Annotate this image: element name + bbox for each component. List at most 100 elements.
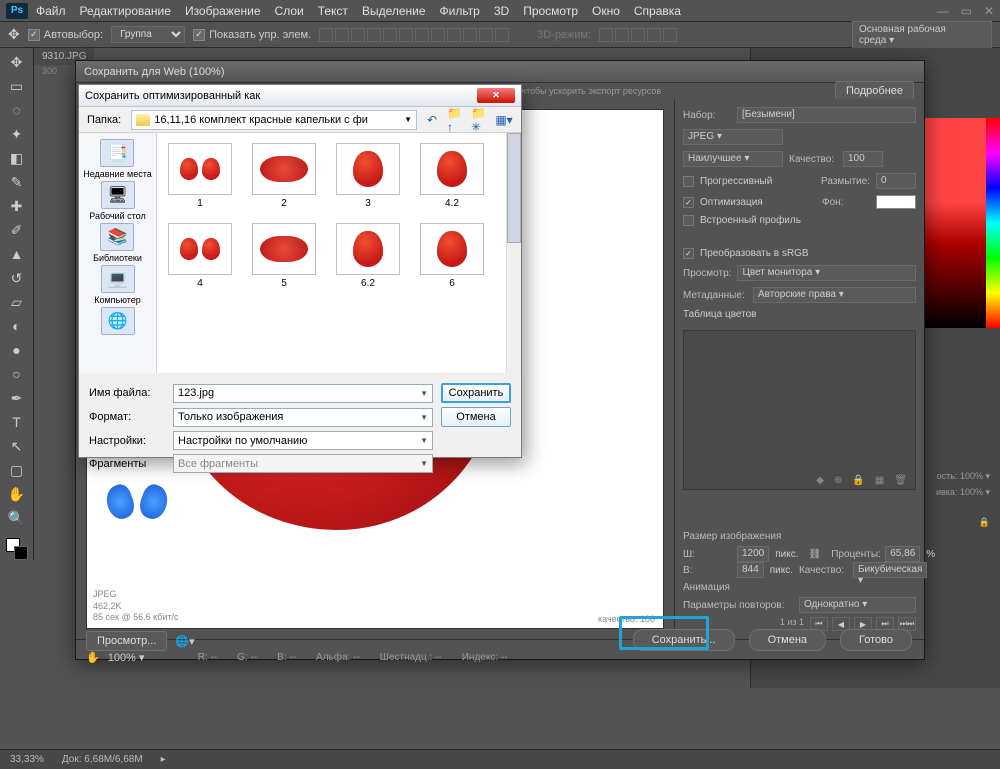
cancel-button[interactable]: Отмена: [441, 407, 511, 427]
loop-select[interactable]: Однократно ▾: [799, 597, 916, 613]
file-thumb[interactable]: 1: [167, 143, 233, 209]
format-field[interactable]: Только изображения▼: [173, 408, 433, 427]
move-tool-icon[interactable]: ✥: [8, 26, 20, 43]
dodge-tool-icon[interactable]: ○: [5, 364, 29, 384]
settings-field[interactable]: Настройки по умолчанию▼: [173, 431, 433, 450]
more-button[interactable]: Подробнее: [835, 81, 914, 101]
menu-filter[interactable]: Фильтр: [440, 4, 480, 18]
gradient-tool-icon[interactable]: ◐: [5, 316, 29, 336]
file-thumb[interactable]: 5: [251, 223, 317, 289]
shape-tool-icon[interactable]: ▢: [5, 460, 29, 480]
ct-icon[interactable]: ▦: [875, 475, 884, 486]
embed-profile-check[interactable]: Встроенный профиль: [683, 215, 916, 226]
blur-value[interactable]: 0: [876, 173, 916, 189]
menu-help[interactable]: Справка: [634, 4, 681, 18]
place-computer[interactable]: 💻Компьютер: [94, 265, 141, 305]
file-thumb[interactable]: 6.2: [335, 223, 401, 289]
zoom-tool-icon[interactable]: 🔍: [5, 508, 29, 528]
showcontrols-check[interactable]: ✓Показать упр. элем.: [193, 29, 311, 41]
format-select[interactable]: JPEG ▾: [683, 129, 783, 145]
pen-tool-icon[interactable]: ✒: [5, 388, 29, 408]
fragments-field[interactable]: Все фрагменты▼: [173, 454, 433, 473]
link-icon[interactable]: ⛓: [809, 549, 822, 560]
eraser-tool-icon[interactable]: ▱: [5, 292, 29, 312]
menu-3d[interactable]: 3D: [494, 4, 509, 18]
place-desktop[interactable]: 🖥Рабочий стол: [89, 181, 146, 221]
file-thumb[interactable]: 2: [251, 143, 317, 209]
crop-tool-icon[interactable]: ◧: [5, 148, 29, 168]
file-thumb[interactable]: 4.2: [419, 143, 485, 209]
zoom-level[interactable]: 33,33%: [10, 754, 44, 765]
cancel-button[interactable]: Отмена: [749, 629, 826, 651]
place-network[interactable]: 🌐: [101, 307, 135, 335]
place-recent[interactable]: 📑Недавние места: [83, 139, 152, 179]
wand-tool-icon[interactable]: ✦: [5, 124, 29, 144]
brush-tool-icon[interactable]: ✐: [5, 220, 29, 240]
quality-mode-select[interactable]: Наилучшее ▾: [683, 151, 783, 167]
menu-edit[interactable]: Редактирование: [80, 4, 171, 18]
file-list[interactable]: 1 2 3 4.2 4 5 6.2 6: [157, 133, 521, 373]
type-tool-icon[interactable]: T: [5, 412, 29, 432]
ct-icon[interactable]: ◆: [816, 475, 824, 486]
ct-icon[interactable]: 🗑: [894, 475, 907, 486]
menu-view[interactable]: Просмотр: [523, 4, 578, 18]
move-tool-icon[interactable]: ✥: [5, 52, 29, 72]
preview-select[interactable]: Цвет монитора ▾: [737, 265, 916, 281]
autoselect-mode[interactable]: Группа: [111, 26, 185, 43]
back-icon[interactable]: ↶: [423, 111, 441, 129]
hue-strip[interactable]: [986, 118, 1000, 328]
history-brush-icon[interactable]: ↺: [5, 268, 29, 288]
opacity-value[interactable]: 100%: [960, 471, 983, 481]
width-input[interactable]: 1200: [737, 546, 769, 562]
menu-window[interactable]: Окно: [592, 4, 620, 18]
menu-select[interactable]: Выделение: [362, 4, 426, 18]
file-dialog-titlebar[interactable]: Сохранить оптимизированный как ✕: [79, 85, 521, 107]
file-thumb[interactable]: 4: [167, 223, 233, 289]
folder-path[interactable]: 16,11,16 комплект красные капельки с фи▼: [131, 110, 417, 130]
up-icon[interactable]: 📁↑: [447, 111, 465, 129]
color-swatch[interactable]: [6, 538, 28, 560]
hand-icon[interactable]: ✋: [86, 651, 100, 664]
doc-size[interactable]: Док: 6,68M/6,68M: [62, 754, 143, 765]
metadata-select[interactable]: Авторские права ▾: [753, 287, 916, 303]
menu-file[interactable]: Файл: [36, 4, 66, 18]
save-button[interactable]: Сохранить: [441, 383, 511, 403]
pct-input[interactable]: 65,86: [885, 546, 920, 562]
quality-value[interactable]: 100: [843, 151, 883, 167]
fill-value[interactable]: 100%: [960, 487, 983, 497]
ct-icon[interactable]: ⊕: [834, 475, 842, 486]
stamp-tool-icon[interactable]: ▲: [5, 244, 29, 264]
done-button[interactable]: Готово: [840, 629, 912, 651]
srgb-check[interactable]: ✓Преобразовать в sRGB: [683, 248, 916, 259]
sfw-titlebar[interactable]: Сохранить для Web (100%): [76, 61, 924, 83]
blur-tool-icon[interactable]: ●: [5, 340, 29, 360]
main-menu[interactable]: Файл Редактирование Изображение Слои Тек…: [36, 4, 681, 18]
minimize-icon[interactable]: —: [937, 4, 949, 18]
align-buttons[interactable]: [319, 28, 509, 42]
workspace-selector[interactable]: Основная рабочая среда ▾: [852, 21, 992, 49]
file-thumb[interactable]: 6: [419, 223, 485, 289]
menu-image[interactable]: Изображение: [185, 4, 261, 18]
height-input[interactable]: 844: [737, 562, 764, 578]
progressive-check[interactable]: Прогрессивный: [683, 176, 772, 187]
lock-icon[interactable]: 🔒: [979, 517, 990, 527]
preview-browser-button[interactable]: Просмотр...: [86, 631, 167, 651]
color-table[interactable]: ◆⊕🔒▦🗑: [683, 330, 916, 490]
save-button[interactable]: Сохранить...: [633, 629, 735, 651]
menu-layers[interactable]: Слои: [275, 4, 304, 18]
autoselect-check[interactable]: ✓Автовыбор:: [28, 29, 103, 41]
lasso-tool-icon[interactable]: ◌: [5, 100, 29, 120]
matte-color[interactable]: [876, 195, 916, 209]
eyedropper-tool-icon[interactable]: ✎: [5, 172, 29, 192]
path-tool-icon[interactable]: ↖: [5, 436, 29, 456]
marquee-tool-icon[interactable]: ▭: [5, 76, 29, 96]
resample-select[interactable]: Бикубическая ▾: [853, 562, 927, 578]
hand-tool-icon[interactable]: ✋: [5, 484, 29, 504]
maximize-icon[interactable]: ▭: [961, 4, 972, 18]
close-icon[interactable]: ✕: [477, 88, 515, 103]
filename-field[interactable]: 123.jpg▼: [173, 384, 433, 403]
viewmode-icon[interactable]: ▦▾: [495, 111, 513, 129]
scrollbar[interactable]: [506, 133, 521, 373]
mode3d-icons[interactable]: [599, 28, 677, 42]
zoom-select[interactable]: 100% ▾: [104, 650, 160, 665]
